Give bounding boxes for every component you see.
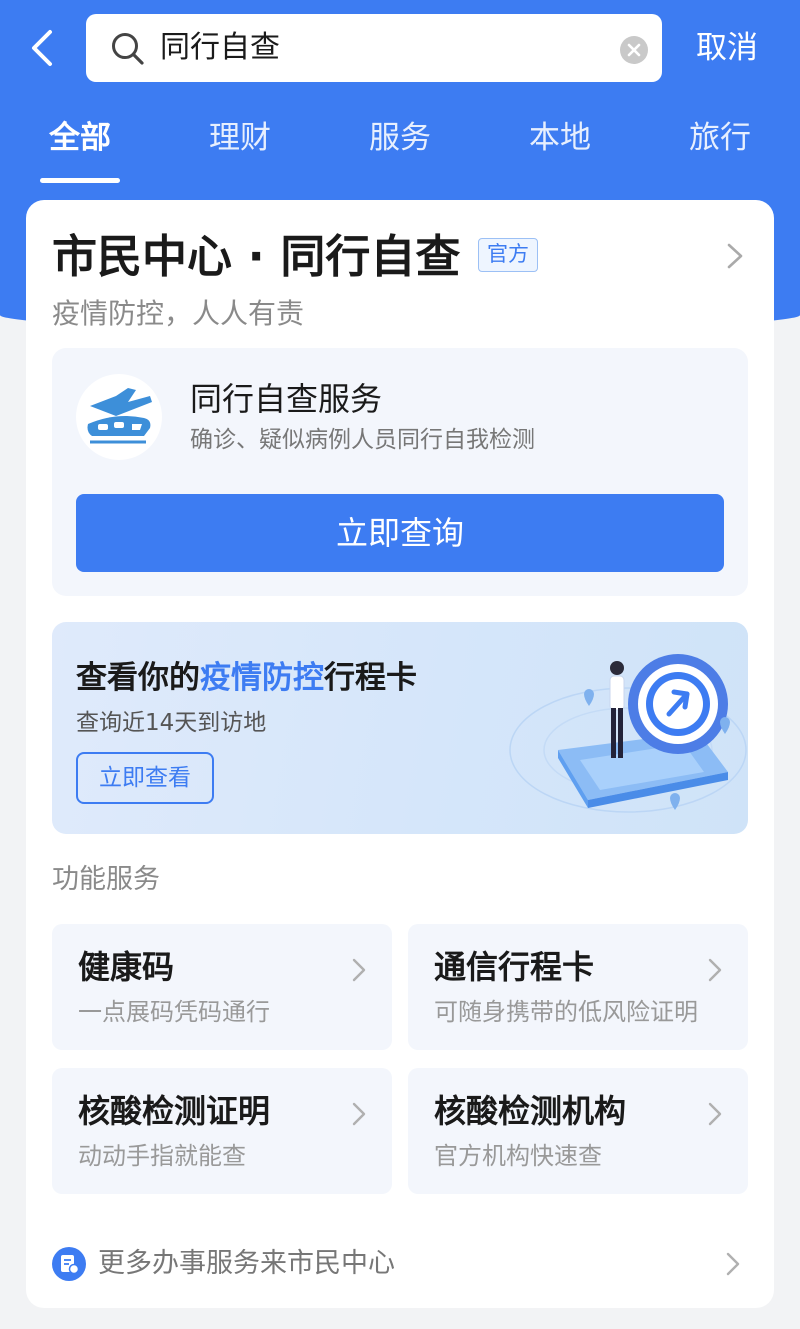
chevron-right-icon [708, 1102, 722, 1126]
feature-desc: 动动手指就能查 [78, 1142, 246, 1170]
service-panel: 同行自查服务 确诊、疑似病例人员同行自我检测 立即查询 [52, 348, 748, 596]
back-arrow-icon [32, 30, 52, 66]
cancel-button[interactable]: 取消 [696, 26, 758, 70]
official-badge: 官方 [478, 238, 538, 272]
feature-name: 核酸检测证明 [78, 1092, 271, 1130]
more-services-link[interactable]: 更多办事服务来市民中心 [52, 1240, 748, 1290]
search-bar-row: 同行自查 取消 [0, 14, 800, 84]
feature-desc: 官方机构快速查 [434, 1142, 602, 1170]
result-card: 市民中心 · 同行自查 官方 疫情防控，人人有责 同行自查服务 确诊、疑似病例人… [26, 200, 774, 1308]
search-query-text: 同行自查 [160, 30, 280, 65]
card-subtitle: 疫情防控，人人有责 [52, 297, 305, 330]
chevron-right-icon [352, 1102, 366, 1126]
tab-services[interactable]: 服务 [340, 112, 460, 164]
section-title-functions: 功能服务 [52, 864, 160, 895]
tab-travel[interactable]: 旅行 [660, 112, 780, 164]
itinerary-illustration [509, 654, 747, 813]
feature-name: 健康码 [78, 948, 175, 986]
active-tab-indicator [40, 178, 120, 183]
service-description: 确诊、疑似病例人员同行自我检测 [190, 427, 535, 453]
chevron-right-icon[interactable] [724, 240, 746, 272]
feature-nucleic-test-institutions[interactable]: 核酸检测机构 官方机构快速查 [408, 1068, 748, 1194]
tab-local[interactable]: 本地 [500, 112, 620, 164]
more-services-label: 更多办事服务来市民中心 [98, 1248, 395, 1279]
train-plane-icon [87, 388, 152, 444]
chevron-right-icon [726, 1252, 740, 1276]
service-document-icon [52, 1247, 86, 1281]
feature-name: 核酸检测机构 [434, 1092, 627, 1130]
banner-subtitle: 查询近14天到访地 [76, 710, 267, 736]
feature-telecom-itinerary-card[interactable]: 通信行程卡 可随身携带的低风险证明 [408, 924, 748, 1050]
banner-title: 查看你的疫情防控行程卡 [76, 658, 417, 698]
feature-nucleic-test-certificate[interactable]: 核酸检测证明 动动手指就能查 [52, 1068, 392, 1194]
itinerary-card-banner[interactable]: 查看你的疫情防控行程卡 查询近14天到访地 立即查看 [52, 622, 748, 834]
close-icon [627, 43, 641, 57]
search-icon [112, 33, 144, 65]
view-now-button[interactable]: 立即查看 [76, 752, 214, 804]
chevron-right-icon [708, 958, 722, 982]
category-tabs: 全部 理财 服务 本地 旅行 [0, 112, 800, 188]
feature-health-code[interactable]: 健康码 一点展码凭码通行 [52, 924, 392, 1050]
banner-title-pre: 查看你的 [76, 660, 200, 696]
chevron-right-icon [352, 958, 366, 982]
clear-search-button[interactable] [620, 36, 648, 64]
feature-desc: 一点展码凭码通行 [78, 998, 270, 1026]
service-name: 同行自查服务 [190, 380, 383, 418]
banner-title-post: 行程卡 [324, 660, 417, 696]
tab-finance[interactable]: 理财 [180, 112, 300, 164]
service-logo [76, 374, 162, 460]
feature-name: 通信行程卡 [434, 948, 595, 986]
back-button[interactable] [26, 26, 60, 70]
card-title[interactable]: 市民中心 · 同行自查 [52, 228, 460, 286]
query-now-button[interactable]: 立即查询 [76, 494, 724, 572]
banner-title-highlight: 疫情防控 [200, 660, 324, 696]
feature-desc: 可随身携带的低风险证明 [434, 998, 698, 1026]
tab-all[interactable]: 全部 [20, 112, 140, 164]
search-input[interactable]: 同行自查 [86, 14, 662, 82]
